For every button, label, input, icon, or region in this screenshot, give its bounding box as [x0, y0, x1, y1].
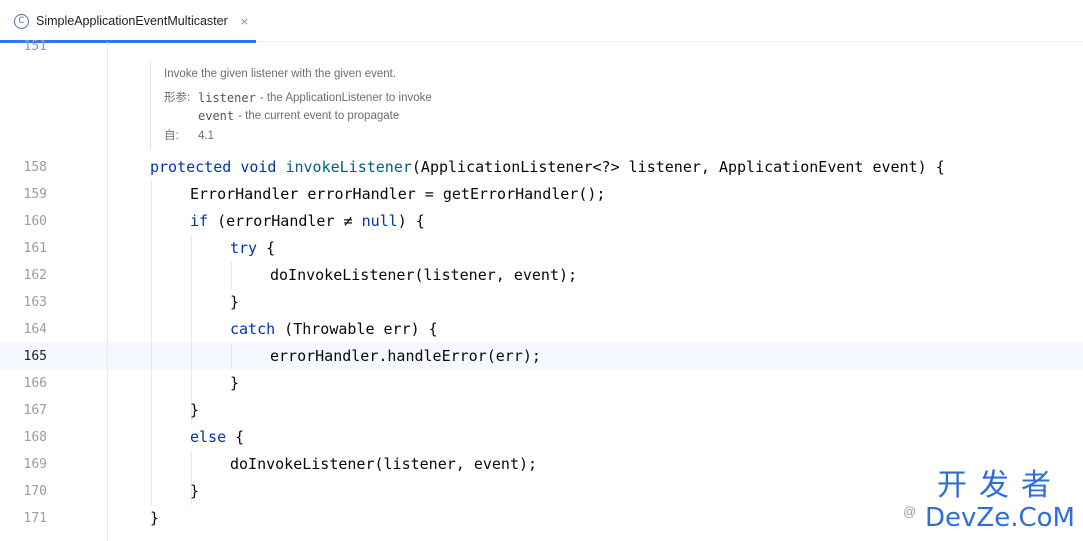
doc-since-value: 4.1	[198, 130, 214, 142]
line-number: 151	[23, 39, 47, 54]
code-line-158: protected void invokeListener(Applicatio…	[150, 154, 945, 181]
line-number: 171	[23, 511, 47, 526]
code-line-170: }	[190, 482, 200, 500]
line-number: 159	[23, 187, 47, 202]
keyword: null	[361, 212, 398, 230]
class-icon: C	[14, 13, 29, 29]
code-text: {	[257, 239, 276, 257]
watermark-at: @	[903, 504, 917, 519]
doc-since-label: 自:	[164, 130, 179, 142]
line-number: 158	[23, 160, 47, 175]
code-line-166: }	[230, 374, 240, 392]
close-icon[interactable]: ×	[240, 15, 249, 28]
watermark-chinese: 开发者	[937, 468, 1063, 503]
code-text: ) {	[397, 212, 425, 230]
line-number: 163	[23, 295, 47, 310]
indent-guide	[231, 343, 232, 370]
line-number-current: 165	[23, 349, 47, 364]
line-number: 169	[23, 457, 47, 472]
tab-title: SimpleApplicationEventMulticaster	[36, 14, 228, 28]
indent-guide	[151, 181, 152, 505]
code-text: {	[226, 428, 245, 446]
watermark-domain: DevZe.CoM	[925, 503, 1075, 533]
keyword: else	[190, 428, 227, 446]
code-line-169: doInvokeListener(listener, event);	[230, 455, 538, 473]
line-number: 168	[23, 430, 47, 445]
indent-guide	[231, 262, 232, 289]
code-line-159: ErrorHandler errorHandler = getErrorHand…	[190, 185, 606, 203]
gutter-divider	[107, 42, 108, 541]
line-number: 160	[23, 214, 47, 229]
line-number: 162	[23, 268, 47, 283]
code-line-171: }	[150, 509, 160, 527]
doc-param-desc: - the current event to propagate	[238, 110, 400, 122]
code-line-165: errorHandler.handleError(err);	[270, 347, 541, 365]
site-watermark: @ 开发者 DevZe.CoM	[903, 468, 1075, 534]
doc-param-name: event	[198, 109, 235, 123]
doc-param-row: 形参: listener - the ApplicationListener t…	[164, 89, 590, 107]
doc-param-row: event - the current event to propagate	[164, 107, 590, 125]
code-text: (errorHandler ≠	[208, 212, 362, 230]
code-editor[interactable]: 151 Invoke the given listener with the g…	[0, 39, 1083, 541]
keyword: void	[240, 158, 277, 176]
method-name: invokeListener	[285, 158, 412, 176]
doc-param-name: listener	[198, 91, 256, 105]
doc-param-desc: - the ApplicationListener to invoke	[259, 92, 432, 104]
keyword: catch	[230, 320, 276, 338]
doc-summary: Invoke the given listener with the given…	[164, 68, 397, 80]
doc-since-row: 自: 4.1	[164, 127, 590, 145]
keyword: protected	[150, 158, 232, 176]
keyword: try	[230, 239, 258, 257]
line-number: 166	[23, 376, 47, 391]
code-line-163: }	[230, 293, 240, 311]
current-line-highlight	[0, 343, 1083, 370]
code-line-164: catch (Throwable err) {	[230, 316, 438, 343]
line-number: 167	[23, 403, 47, 418]
code-line-160: if (errorHandler ≠ null) {	[190, 208, 425, 235]
code-line-161: try {	[230, 235, 275, 262]
rendered-javadoc: Invoke the given listener with the given…	[150, 62, 590, 150]
code-line-162: doInvokeListener(listener, event);	[270, 266, 578, 284]
keyword: if	[190, 212, 209, 230]
code-line-168: else {	[190, 424, 244, 451]
line-number: 161	[23, 241, 47, 256]
indent-guide	[191, 235, 192, 424]
doc-params-label: 形参:	[164, 92, 191, 104]
line-number: 164	[23, 322, 47, 337]
line-number: 170	[23, 484, 47, 499]
code-line-167: }	[190, 401, 200, 419]
editor-tab-bar: C SimpleApplicationEventMulticaster ×	[0, 0, 1083, 43]
code-text: (ApplicationListener<?> listener, Applic…	[411, 158, 945, 176]
code-text: (Throwable err) {	[275, 320, 438, 338]
